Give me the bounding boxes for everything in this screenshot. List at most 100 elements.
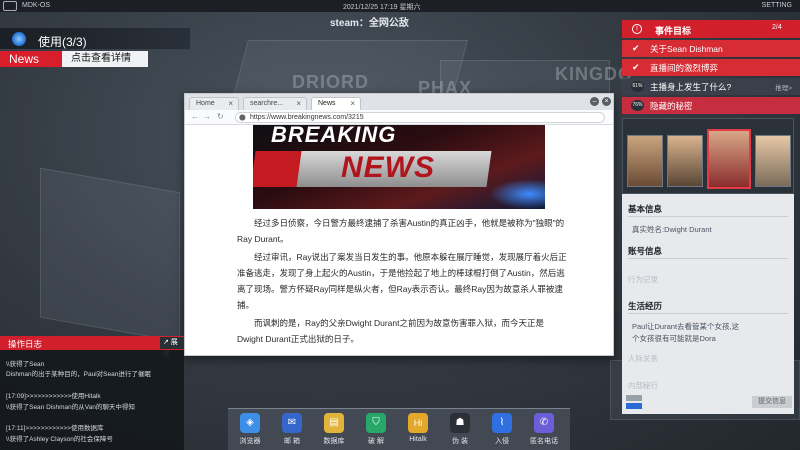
check-icon: ✔: [632, 62, 640, 72]
tab-home[interactable]: Home ×: [189, 97, 239, 110]
divider: [628, 258, 788, 259]
life-experience-item[interactable]: Paul让Durant去看管某个女孩,这: [632, 321, 739, 332]
setting-button[interactable]: SETTING: [762, 2, 792, 9]
tiny-button[interactable]: [626, 395, 642, 401]
skill-orb-icon[interactable]: [12, 32, 26, 46]
article-paragraph: 经过多日侦察，今日警方最终逮捕了杀害Austin的真正凶手，他就是被称为"独眼"…: [237, 218, 565, 244]
dock-hack[interactable]: ⌇ 入侵: [482, 413, 522, 446]
expand-button[interactable]: ↗ 展开: [160, 337, 184, 358]
portrait-avatar[interactable]: [667, 135, 703, 187]
news-tag[interactable]: News: [0, 51, 62, 67]
dock-mail[interactable]: ✉ 邮 箱: [272, 413, 312, 446]
dock-browser[interactable]: ◈ 浏览器: [230, 413, 270, 446]
nav-bar: ← → ↻ https://www.breakingnews.com/3215 …: [185, 110, 613, 125]
event-item[interactable]: 76% 隐藏的秘密: [622, 97, 800, 114]
article-body: 经过多日侦察，今日警方最终逮捕了杀害Austin的真正凶手，他就是被称为"独眼"…: [237, 215, 567, 349]
close-tab-icon[interactable]: ×: [350, 98, 355, 110]
notice-banner: steam：全网公敌: [330, 18, 409, 29]
dock-phone[interactable]: ✆ 匿名电话: [524, 413, 564, 446]
life-experience-locked: 人际关系: [628, 354, 658, 363]
dock-label: 浏览器: [239, 438, 261, 445]
os-name: MDK-OS: [22, 2, 50, 9]
log-line: \\获得了Ashley Clayson的社会保障号: [6, 436, 113, 443]
dock-label: 破 解: [368, 438, 384, 445]
event-item[interactable]: ✔ 直播间的激烈博弈: [622, 59, 800, 76]
banner-glow: [489, 179, 545, 209]
basic-info-title: 基本信息: [628, 204, 663, 214]
account-info-locked: 行为记录: [628, 275, 658, 284]
database-icon: ▤: [324, 413, 344, 433]
tab-label: searchre...: [250, 100, 284, 107]
banner-news-text: NEWS: [341, 151, 435, 184]
dock-crack[interactable]: ⛉ 破 解: [356, 413, 396, 446]
character-portraits: [622, 118, 794, 194]
log-title: 操作日志: [8, 339, 43, 349]
article-paragraph: 经过审讯，Ray说出了案发当日发生的事。他原本躲在展厅睡觉，发现展厅着火后正准备…: [237, 252, 567, 310]
dock-hitalk[interactable]: Hi Hitalk: [398, 413, 438, 443]
hack-icon: ⌇: [492, 413, 512, 433]
news-detail-button[interactable]: 点击查看详情: [62, 51, 148, 67]
log-line: \\获得了Sean: [6, 361, 45, 368]
event-objectives-title: 事件目标: [655, 26, 692, 36]
event-label: 隐藏的秘密: [650, 101, 693, 111]
dock-label: 数据库: [323, 438, 345, 445]
basic-info-item[interactable]: 真实姓名:Dwight Durant: [632, 224, 712, 235]
log-line: [17:09]>>>>>>>>>>>>使用Hitalk: [6, 393, 101, 400]
event-page-indicator[interactable]: 2/4: [772, 24, 782, 31]
life-experience-item[interactable]: 个女孩很有可能就是Dora: [632, 333, 716, 344]
lock-icon: ⬤: [239, 115, 246, 121]
progress-badge: 61%: [631, 81, 644, 92]
tab-bar: Home × searchre... × News × – ×: [185, 94, 613, 110]
life-experience-title: 生活经历: [628, 301, 663, 311]
log-line: \\获得了Sean Dishman的从Van的聊天中得知: [6, 404, 135, 411]
tab-label: News: [318, 100, 336, 107]
life-experience-locked: 内部秘行: [628, 381, 658, 390]
log-line: [17:11]>>>>>>>>>>>>使用数据库: [6, 425, 104, 432]
event-label: 主播身上发生了什么?: [650, 82, 732, 92]
tab-label: Home: [196, 100, 215, 107]
dock-label: 伪 装: [452, 438, 468, 445]
tab-searchresult[interactable]: searchre... ×: [243, 97, 307, 110]
event-label: 关于Sean Dishman: [650, 44, 723, 54]
divider: [628, 216, 788, 217]
portrait-avatar[interactable]: [627, 135, 663, 187]
minimize-icon[interactable]: –: [590, 97, 599, 106]
close-window-icon[interactable]: ×: [602, 97, 611, 106]
tiny-button[interactable]: [626, 403, 642, 409]
map-label: DRIORD: [292, 72, 369, 92]
os-logo-icon: [3, 1, 17, 11]
dock-disguise[interactable]: ☗ 伪 装: [440, 413, 480, 446]
dock-label: Hitalk: [409, 436, 427, 443]
account-info-title: 账号信息: [628, 246, 663, 256]
back-icon[interactable]: ←: [191, 112, 199, 121]
event-label: 直播间的激烈博弈: [650, 63, 719, 73]
event-item[interactable]: 61% 主播身上发生了什么? 推理>: [622, 78, 800, 95]
reasoning-link[interactable]: 推理>: [775, 82, 792, 92]
log-body: \\获得了Sean Dishman的出于某种目的，Paul对Sean进行了催眠 …: [0, 350, 184, 450]
check-icon: ✔: [632, 43, 640, 53]
article-paragraph: 而讽刺的是，Ray的父亲Dwight Durant之前因为故意伤害罪入狱，而今天…: [237, 318, 544, 344]
submit-info-button[interactable]: 提交信息: [752, 396, 792, 408]
dock-database[interactable]: ▤ 数据库: [314, 413, 354, 446]
tab-news[interactable]: News ×: [311, 97, 361, 110]
phone-icon: ✆: [534, 413, 554, 433]
breaking-news-banner: BREAKING NEWS: [253, 125, 545, 209]
refresh-icon[interactable]: ↻: [217, 112, 224, 121]
dock-label: 入侵: [495, 438, 509, 445]
progress-badge: 76%: [631, 100, 644, 111]
url-bar[interactable]: https://www.breakingnews.com/3215: [235, 112, 605, 123]
forward-icon[interactable]: →: [203, 112, 211, 121]
event-item[interactable]: ✔ 关于Sean Dishman: [622, 40, 800, 57]
clock: 2021/12/25 17:19 星期六: [343, 4, 421, 11]
hitalk-icon: Hi: [408, 413, 428, 433]
close-tab-icon[interactable]: ×: [228, 98, 233, 110]
portrait-avatar-selected[interactable]: [707, 129, 751, 189]
info-icon: !: [632, 24, 642, 34]
profile-panel: 基本信息 真实姓名:Dwight Durant 账号信息 行为记录 生活经历 P…: [622, 194, 794, 414]
close-tab-icon[interactable]: ×: [296, 98, 301, 110]
portrait-avatar[interactable]: [755, 135, 791, 187]
disguise-icon: ☗: [450, 413, 470, 433]
usage-bar: [0, 28, 190, 50]
crack-icon: ⛉: [366, 413, 386, 433]
banner-red-stripe: [253, 151, 302, 187]
